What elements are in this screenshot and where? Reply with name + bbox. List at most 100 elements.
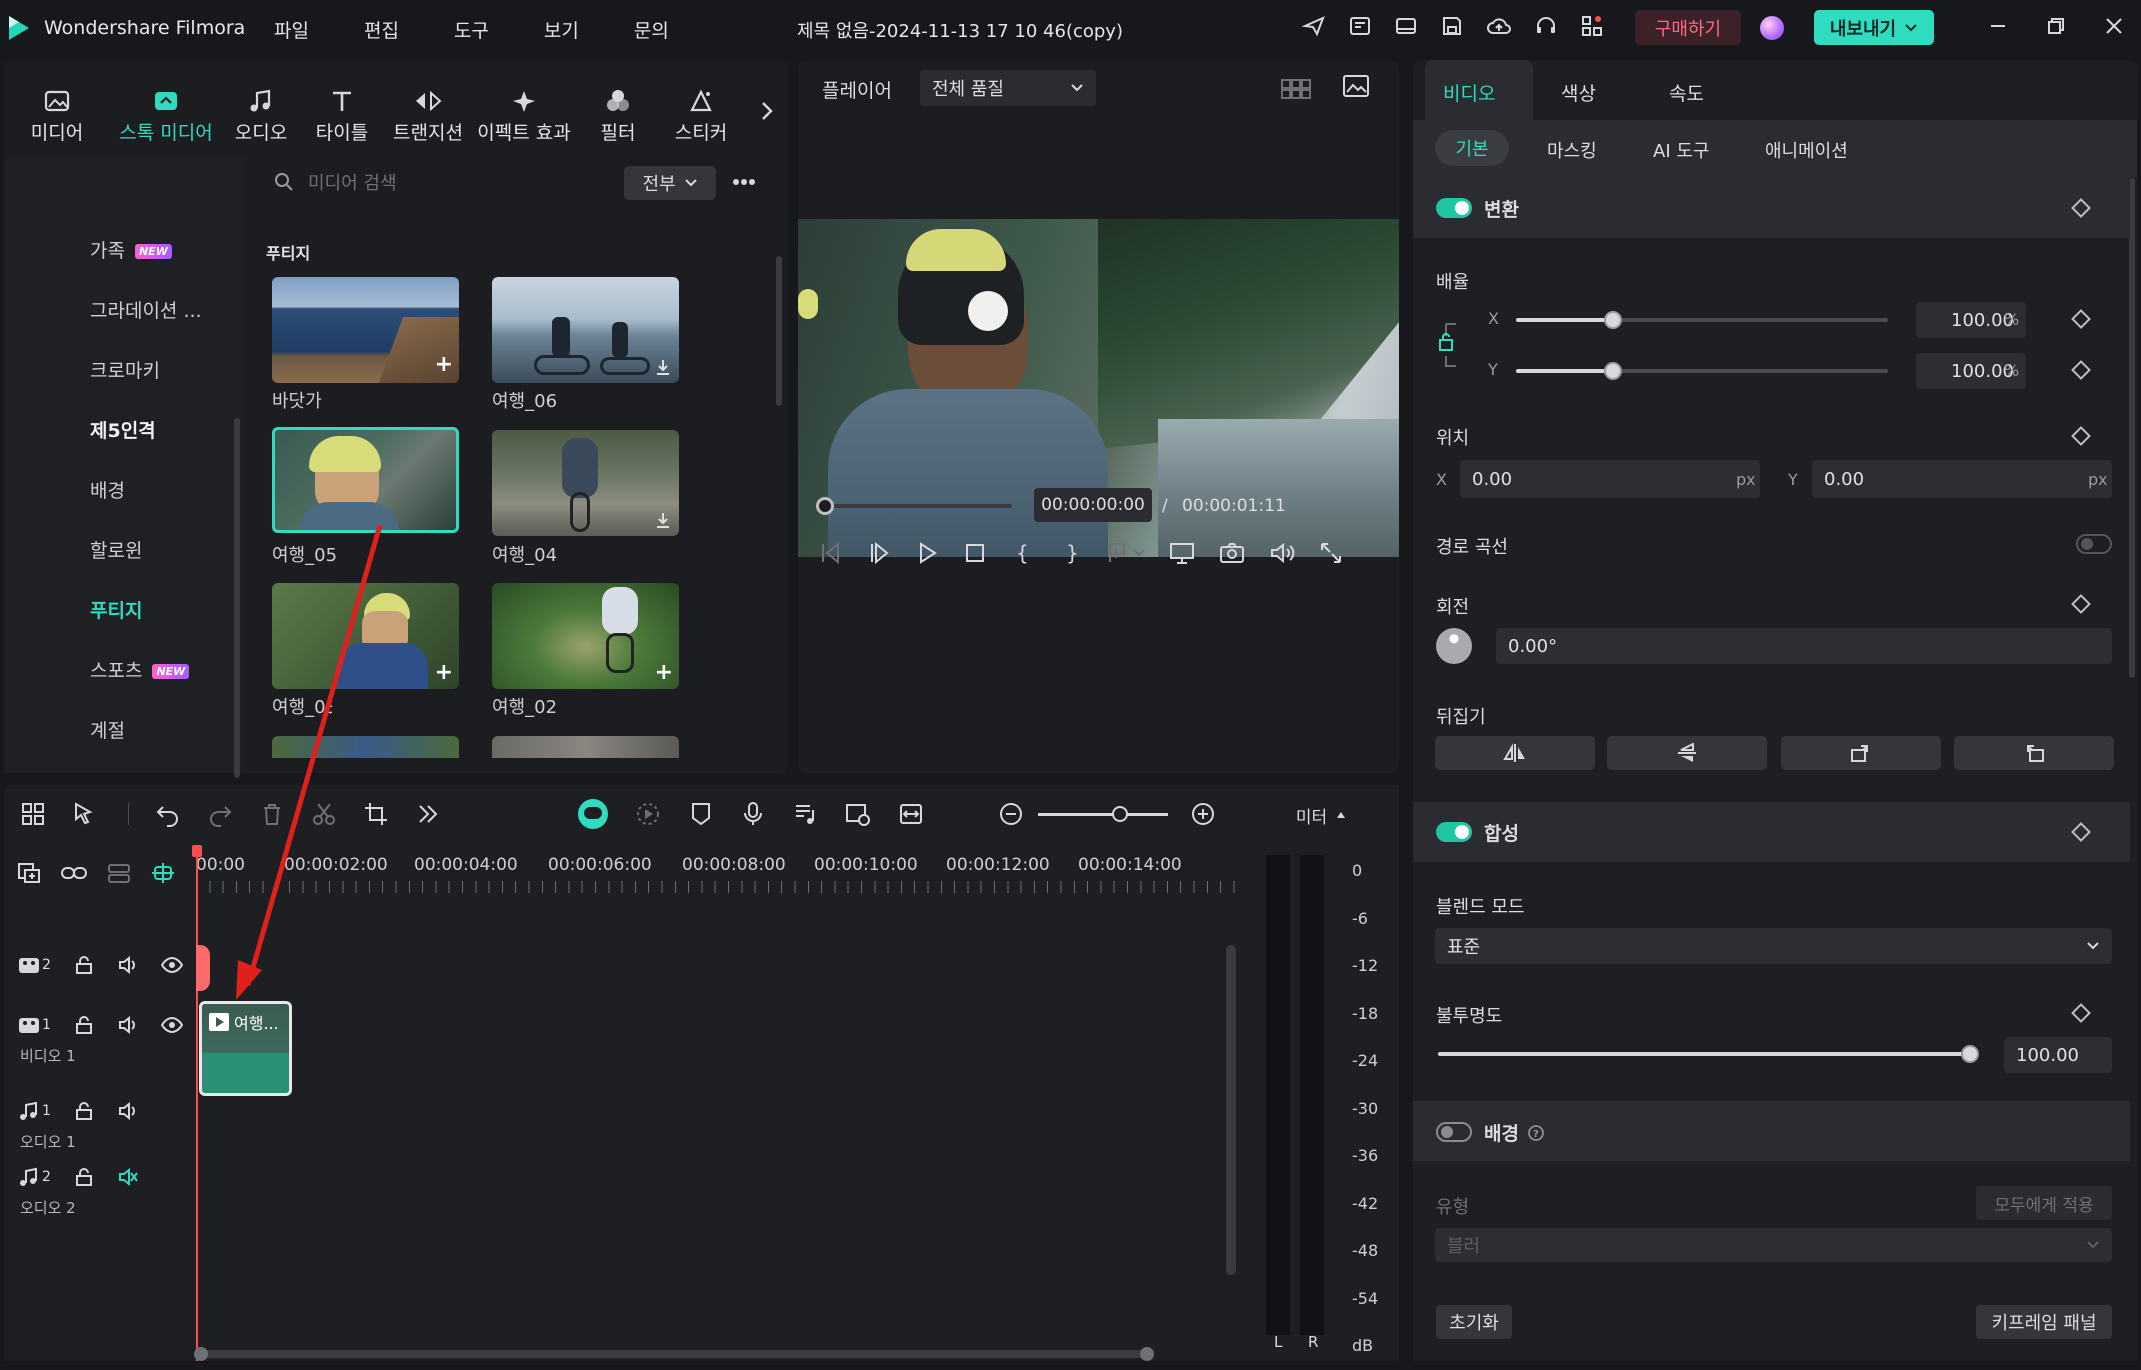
- more-options-icon[interactable]: [732, 178, 756, 186]
- playhead-handle[interactable]: [192, 845, 202, 857]
- stop-icon[interactable]: [962, 540, 988, 566]
- more-tools-icon[interactable]: [415, 801, 441, 827]
- lock-icon[interactable]: [73, 955, 95, 975]
- compositing-toggle[interactable]: [1436, 822, 1472, 842]
- layout-icon[interactable]: [1394, 14, 1418, 38]
- media-item-travel-04[interactable]: [492, 430, 679, 536]
- media-filter-dropdown[interactable]: 전부: [624, 166, 716, 200]
- background-type-dropdown[interactable]: 블러: [1435, 1228, 2112, 1262]
- menu-edit[interactable]: 편집: [364, 16, 399, 43]
- transform-toggle[interactable]: [1436, 198, 1472, 218]
- ai-assistant-icon[interactable]: [578, 799, 608, 829]
- microphone-icon[interactable]: [740, 800, 766, 828]
- menu-help[interactable]: 문의: [634, 16, 669, 43]
- zoom-out-icon[interactable]: [998, 801, 1024, 827]
- quality-dropdown[interactable]: 전체 품질: [920, 70, 1096, 106]
- zoom-in-icon[interactable]: [1190, 801, 1216, 827]
- add-icon[interactable]: +: [435, 660, 453, 685]
- category-gradient[interactable]: 그라데이션 ...: [90, 296, 202, 323]
- display-monitor-icon[interactable]: [1168, 540, 1196, 566]
- subtab-ai-tools[interactable]: AI 도구: [1653, 137, 1709, 163]
- audio-edit-icon[interactable]: [792, 800, 818, 828]
- download-icon[interactable]: [653, 510, 673, 530]
- mark-in-icon[interactable]: {: [1010, 540, 1036, 566]
- scrubber-handle[interactable]: [816, 497, 834, 515]
- current-time[interactable]: 00:00:00:00: [1034, 488, 1152, 522]
- menu-file[interactable]: 파일: [274, 16, 309, 43]
- lock-icon[interactable]: [73, 1167, 95, 1187]
- save-icon[interactable]: [1440, 14, 1464, 38]
- hscroll-handle[interactable]: [1140, 1347, 1154, 1361]
- redo-icon[interactable]: [207, 801, 233, 827]
- media-item-partial[interactable]: [272, 736, 459, 758]
- help-icon[interactable]: ?: [1527, 1124, 1545, 1142]
- tab-effects[interactable]: 이펙트 효과: [469, 88, 579, 145]
- rotate-right-button[interactable]: [1781, 736, 1941, 770]
- hscroll-handle[interactable]: [194, 1347, 208, 1361]
- tab-titles[interactable]: 타이틀: [307, 88, 377, 145]
- user-avatar[interactable]: [1760, 16, 1784, 40]
- download-icon[interactable]: [653, 357, 673, 377]
- camera-snapshot-icon[interactable]: [1218, 540, 1246, 566]
- media-item-partial[interactable]: [492, 736, 679, 758]
- subtab-basic[interactable]: 기본: [1435, 130, 1509, 166]
- timeline-clip[interactable]: 여행...: [199, 1001, 292, 1096]
- sidebar-scrollbar[interactable]: [234, 418, 240, 778]
- scale-x-slider-handle[interactable]: [1604, 311, 1622, 329]
- task-list-icon[interactable]: [1348, 14, 1372, 38]
- menu-view[interactable]: 보기: [544, 16, 579, 43]
- meter-header[interactable]: 미터: [1244, 785, 1399, 845]
- export-button[interactable]: 내보내기: [1814, 10, 1934, 45]
- category-footage[interactable]: 푸티지: [90, 596, 142, 623]
- flip-vertical-button[interactable]: [1607, 736, 1767, 770]
- menu-tools[interactable]: 도구: [454, 16, 489, 43]
- background-toggle[interactable]: [1436, 1122, 1472, 1142]
- marker-dropdown-icon[interactable]: [1106, 540, 1146, 566]
- media-item-seaside[interactable]: +: [272, 277, 459, 383]
- position-x-input[interactable]: 0.00: [1460, 460, 1760, 498]
- eye-icon[interactable]: [160, 1015, 183, 1035]
- prev-frame-icon[interactable]: [818, 540, 844, 566]
- add-icon[interactable]: +: [655, 660, 673, 685]
- speaker-muted-icon[interactable]: [117, 1167, 139, 1187]
- tab-transitions[interactable]: 트랜지션: [383, 88, 473, 145]
- snapshot-quality-icon[interactable]: [1342, 74, 1370, 100]
- keyframe-panel-button[interactable]: 키프레임 패널: [1976, 1305, 2112, 1339]
- search-input[interactable]: 미디어 검색: [274, 164, 614, 200]
- send-icon[interactable]: [1302, 14, 1326, 38]
- delete-icon[interactable]: [259, 801, 285, 827]
- link-icon[interactable]: [60, 861, 88, 885]
- path-curve-toggle[interactable]: [2076, 534, 2112, 554]
- tab-audio[interactable]: 오디오: [226, 88, 296, 145]
- zoom-slider-handle[interactable]: [1112, 806, 1128, 822]
- play-icon[interactable]: [914, 540, 940, 566]
- apps-grid-icon[interactable]: [1580, 14, 1604, 38]
- track-manage-icon[interactable]: [106, 861, 132, 885]
- position-y-input[interactable]: 0.00: [1812, 460, 2112, 498]
- cut-scissors-icon[interactable]: [311, 801, 337, 827]
- flip-horizontal-button[interactable]: [1435, 736, 1595, 770]
- cloud-upload-icon[interactable]: [1486, 14, 1512, 38]
- add-icon[interactable]: +: [435, 352, 453, 377]
- lock-icon[interactable]: [73, 1101, 95, 1121]
- subtab-masking[interactable]: 마스킹: [1547, 137, 1597, 163]
- layout-grid-icon[interactable]: [20, 801, 46, 827]
- preview-render-icon[interactable]: [844, 800, 872, 828]
- category-identity-v[interactable]: 제5인격: [90, 416, 156, 443]
- tab-speed[interactable]: 속도: [1669, 79, 1704, 106]
- shield-marker-icon[interactable]: [688, 800, 714, 828]
- media-item-travel-03[interactable]: +: [272, 583, 459, 689]
- headset-support-icon[interactable]: [1534, 14, 1558, 38]
- blend-mode-dropdown[interactable]: 표준: [1435, 928, 2112, 964]
- category-seasons[interactable]: 계절: [90, 716, 125, 743]
- opacity-input[interactable]: 100.00: [2004, 1037, 2112, 1073]
- media-scrollbar[interactable]: [776, 256, 782, 406]
- volume-icon[interactable]: [1268, 540, 1296, 566]
- reset-button[interactable]: 초기화: [1436, 1305, 1512, 1339]
- crop-icon[interactable]: [363, 801, 389, 827]
- lock-ratio-icon[interactable]: [1436, 316, 1472, 376]
- category-sports[interactable]: 스포츠 NEW: [90, 656, 190, 683]
- speaker-icon[interactable]: [117, 1101, 139, 1121]
- select-cursor-icon[interactable]: [72, 801, 102, 827]
- category-background[interactable]: 배경: [90, 476, 125, 503]
